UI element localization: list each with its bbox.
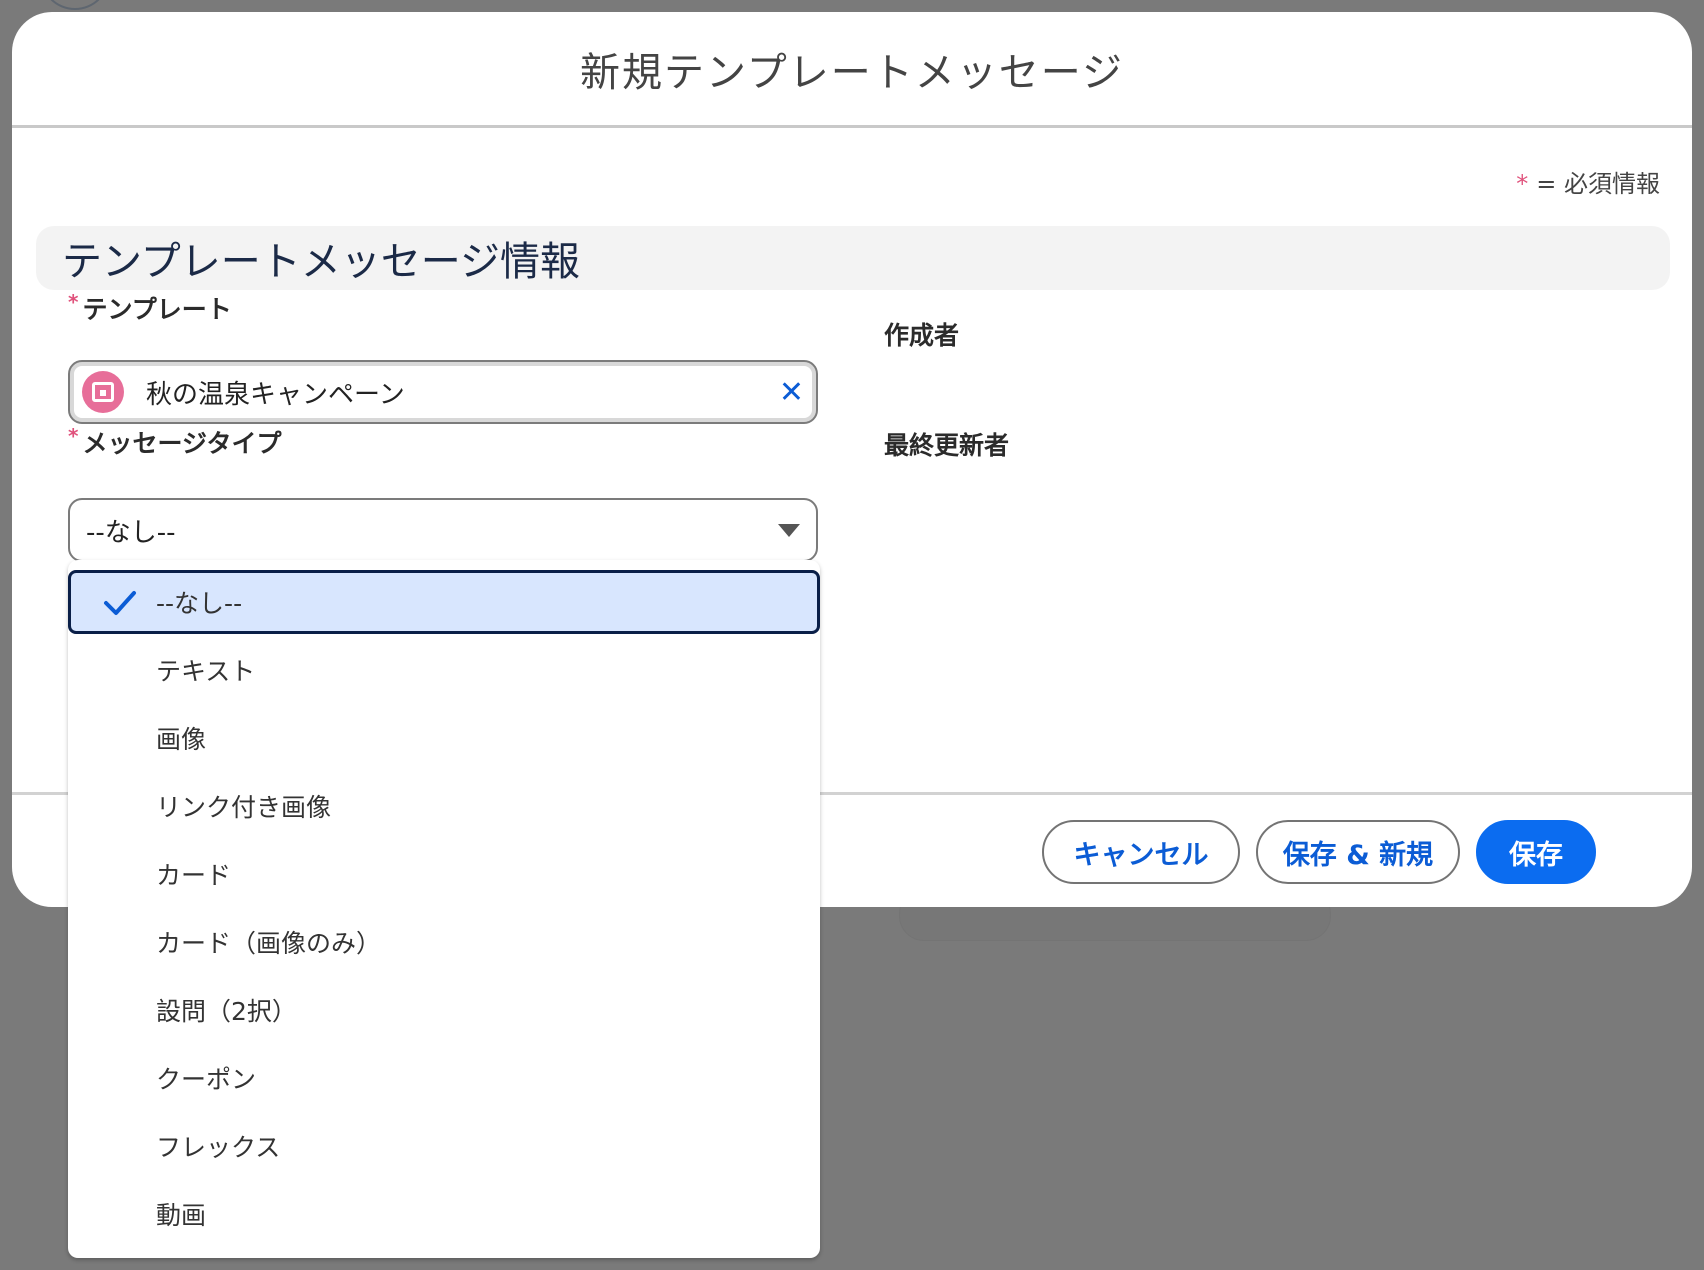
template-label: * テンプレート [68,290,232,326]
template-label-text: テンプレート [82,295,232,324]
required-info-text: = 必須情報 [1536,170,1660,198]
chevron-down-icon[interactable] [778,523,800,537]
modal-title: 新規テンプレートメッセージ [580,49,1124,96]
message-type-select[interactable]: --なし-- [68,498,818,562]
dropdown-option-label: クーポン [156,1065,257,1094]
dropdown-option-flex[interactable]: フレックス [68,1114,820,1178]
required-star: * [68,290,79,314]
dropdown-option-none[interactable]: --なし-- [68,570,820,634]
message-type-selected-value: --なし-- [86,517,176,548]
required-star: * [68,424,79,448]
required-star: * [1516,170,1529,198]
check-icon [104,591,136,615]
dropdown-option-linked-image[interactable]: リンク付き画像 [68,774,820,838]
record-icon [82,371,124,413]
message-type-label-text: メッセージタイプ [82,429,282,458]
dropdown-option-image[interactable]: 画像 [68,706,820,770]
dropdown-option-question[interactable]: 設問（2択） [68,978,820,1042]
section-title: テンプレートメッセージ情報 [62,239,580,285]
background-decoration [40,0,110,10]
dropdown-option-label: テキスト [156,657,256,686]
dropdown-option-label: カード（画像のみ） [156,929,382,958]
dropdown-option-coupon[interactable]: クーポン [68,1046,820,1110]
cancel-button[interactable]: キャンセル [1042,820,1240,884]
dropdown-option-label: 動画 [156,1201,207,1230]
message-type-dropdown: --なし-- テキスト 画像 リンク付き画像 カード カード（画像のみ） 設問（… [68,560,820,1258]
dropdown-option-label: カード [156,861,232,890]
section-header[interactable]: テンプレートメッセージ情報 [36,226,1670,290]
required-info-note: * = 必須情報 [1516,164,1660,199]
dropdown-option-video[interactable]: 動画 [68,1182,820,1246]
dropdown-option-card-image-only[interactable]: カード（画像のみ） [68,910,820,974]
dropdown-option-label: 設問（2択） [156,997,297,1026]
save-and-new-button[interactable]: 保存 & 新規 [1256,820,1460,884]
message-type-label: * メッセージタイプ [68,424,281,460]
dropdown-option-label: --なし-- [156,589,243,618]
close-icon[interactable]: ✕ [779,375,804,410]
save-button[interactable]: 保存 [1476,820,1596,884]
last-modified-by-label: 最終更新者 [884,431,1010,460]
dropdown-option-label: フレックス [156,1133,281,1162]
dropdown-option-label: リンク付き画像 [156,793,332,822]
dropdown-option-text[interactable]: テキスト [68,638,820,702]
template-lookup-value: 秋の温泉キャンペーン [146,379,405,410]
dropdown-option-card[interactable]: カード [68,842,820,906]
created-by-label: 作成者 [884,321,960,350]
dropdown-option-label: 画像 [156,725,207,754]
template-lookup-field[interactable]: 秋の温泉キャンペーン ✕ [68,360,818,424]
modal-header: 新規テンプレートメッセージ [12,12,1692,128]
